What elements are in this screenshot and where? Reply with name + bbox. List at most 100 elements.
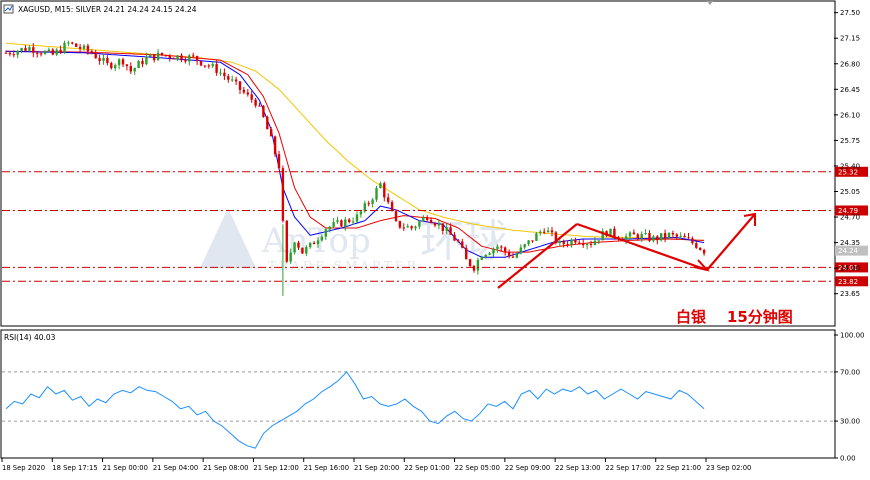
candle-body — [55, 49, 58, 55]
candle-body — [648, 233, 651, 241]
candle-body — [98, 58, 101, 62]
candle-body — [344, 219, 347, 227]
candle-body — [305, 247, 308, 254]
candle-body — [16, 51, 19, 55]
y-tick-label: 27.15 — [840, 35, 860, 43]
candle-body — [102, 58, 105, 62]
candle-body — [270, 129, 273, 137]
candle-body — [558, 241, 561, 243]
y-tick-label: 26.80 — [840, 60, 860, 68]
candle-body — [500, 246, 503, 248]
candle-body — [570, 239, 573, 245]
candle-body — [398, 220, 402, 228]
candle-body — [613, 228, 616, 237]
candle-body — [301, 247, 304, 254]
candle-body — [511, 256, 515, 258]
candle-body — [585, 243, 589, 246]
candle-body — [340, 220, 343, 227]
x-tick-label: 18 Sep 17:15 — [52, 464, 97, 472]
candle-body — [125, 64, 129, 67]
symbol-line: XAGUSD, M15: SILVER 24.21 24.24 24.15 24… — [18, 5, 197, 14]
candle-body — [418, 221, 421, 227]
candle-body — [652, 236, 655, 241]
candle-body — [114, 65, 117, 69]
candle-body — [78, 46, 82, 49]
x-tick-label: 21 Sep 16:00 — [304, 464, 349, 472]
candle-body — [453, 234, 456, 241]
candle-body — [39, 53, 43, 55]
candle-body — [184, 60, 187, 62]
candle-body — [293, 242, 296, 253]
candle-body — [164, 55, 168, 57]
candle-body — [628, 232, 632, 237]
y-tick-label: 26.10 — [840, 111, 860, 119]
x-tick-label: 21 Sep 04:00 — [153, 464, 198, 472]
candle-body — [312, 242, 316, 245]
candle-body — [465, 247, 468, 260]
rsi-y-tick-label: 100.00 — [840, 332, 865, 340]
candle-body — [484, 254, 487, 258]
candle-body — [43, 51, 47, 55]
candle-body — [582, 243, 585, 246]
candle-body — [414, 226, 417, 229]
candle-body — [24, 48, 27, 51]
candle-body — [156, 52, 160, 61]
candle-body — [675, 234, 678, 237]
candle-body — [328, 226, 331, 230]
candle-body — [336, 220, 339, 223]
candle-body — [28, 47, 31, 51]
candle-body — [258, 105, 261, 107]
candle-body — [320, 236, 324, 241]
candle-body — [160, 52, 164, 56]
current-price-label: 24.24 — [838, 247, 859, 255]
candle-body — [461, 241, 464, 248]
candle-body — [242, 89, 246, 93]
candle-body — [141, 61, 144, 65]
candle-body — [71, 42, 74, 44]
candle-body — [671, 233, 675, 235]
candle-body — [192, 55, 195, 57]
level-badge-label: 23.82 — [838, 278, 858, 286]
candle-body — [410, 226, 413, 229]
y-tick-label: 25.05 — [840, 188, 860, 196]
y-tick-label: 27.50 — [840, 9, 860, 17]
candle-body — [223, 72, 226, 77]
y-tick-label: 23.65 — [840, 290, 860, 298]
y-tick-label: 24.00 — [840, 265, 860, 273]
candle-body — [36, 52, 39, 54]
candle-body — [589, 243, 593, 245]
candle-body — [8, 52, 12, 55]
candle-body — [640, 233, 643, 239]
candle-body — [355, 214, 359, 222]
candle-body — [20, 48, 23, 52]
candle-body — [133, 68, 136, 72]
candle-body — [234, 79, 238, 82]
candle-body — [636, 234, 639, 239]
candle-body — [390, 202, 394, 212]
rsi-y-tick-label: 30.00 — [840, 418, 860, 426]
candle-body — [254, 99, 257, 106]
candle-body — [480, 257, 483, 260]
candle-body — [472, 266, 476, 271]
candle-body — [129, 66, 132, 72]
candle-body — [4, 52, 8, 54]
candle-body — [679, 235, 682, 237]
candle-body — [566, 244, 569, 246]
x-tick-label: 22 Sep 09:00 — [505, 464, 550, 472]
x-tick-label: 22 Sep 17:00 — [605, 464, 650, 472]
candle-body — [667, 233, 671, 238]
candle-body — [316, 240, 320, 245]
candle-body — [699, 247, 702, 250]
candle-body — [289, 252, 292, 262]
candle-body — [632, 232, 636, 235]
candle-body — [445, 227, 448, 231]
candle-body — [387, 197, 390, 203]
candle-body — [457, 240, 460, 242]
candle-body — [593, 240, 597, 245]
candle-body — [574, 239, 577, 243]
candle-body — [51, 49, 54, 55]
candle-body — [476, 259, 480, 271]
candle-body — [687, 237, 690, 239]
rsi-label: RSI(14) 40.03 — [4, 333, 56, 342]
candle-body — [507, 252, 511, 257]
